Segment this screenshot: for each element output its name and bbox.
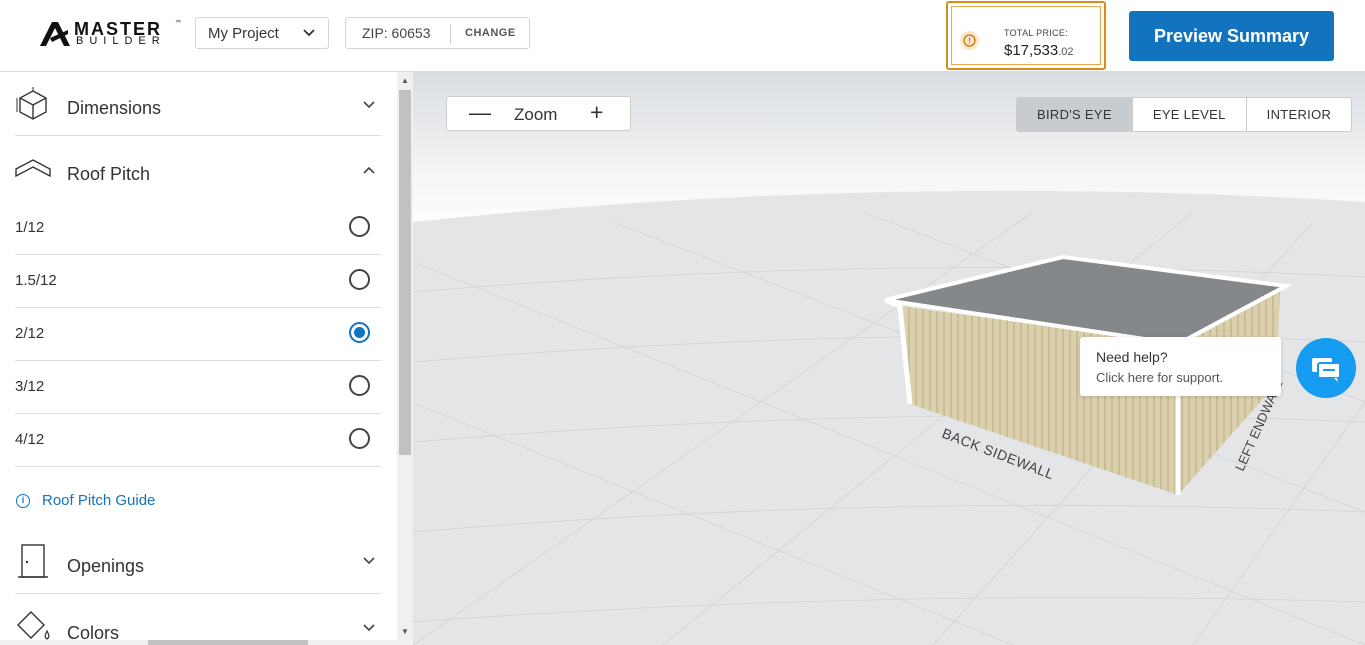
- zoom-in-button[interactable]: +: [590, 99, 603, 126]
- section-dimensions[interactable]: Dimensions: [15, 72, 381, 136]
- scroll-up-arrow-icon[interactable]: ▲: [401, 76, 409, 85]
- pitch-radio[interactable]: [349, 216, 370, 237]
- chevron-down-icon: [363, 624, 375, 632]
- pitch-option-label: 2/12: [15, 325, 45, 342]
- cube-dimensions-icon: [16, 87, 47, 120]
- total-price-label: TOTAL PRICE:: [1004, 28, 1068, 38]
- pitch-radio[interactable]: [349, 428, 370, 449]
- door-icon: [18, 544, 48, 578]
- logo-mark-icon: [40, 22, 70, 46]
- chevron-down-icon: [363, 557, 375, 565]
- pitch-option-row[interactable]: 4/12: [15, 414, 381, 467]
- help-subtitle: Click here for support.: [1096, 370, 1224, 385]
- price-dollars: $17,533: [1004, 42, 1059, 59]
- zip-code: ZIP: 60653: [362, 25, 431, 41]
- total-price-value: $17,533.02: [1004, 42, 1074, 59]
- section-openings[interactable]: Openings: [15, 529, 381, 594]
- zoom-control: — Zoom +: [446, 96, 631, 131]
- zoom-out-button[interactable]: —: [469, 100, 491, 126]
- help-tooltip[interactable]: Need help? Click here for support.: [1080, 337, 1281, 396]
- info-icon: i: [16, 493, 30, 508]
- total-price-panel[interactable]: TOTAL PRICE: $17,533.02: [946, 1, 1106, 70]
- scrollbar-thumb[interactable]: [399, 90, 411, 455]
- view-eye-level-button[interactable]: EYE LEVEL: [1131, 98, 1246, 131]
- section-roof-pitch[interactable]: Roof Pitch: [15, 137, 381, 201]
- chevron-down-icon: [303, 29, 315, 37]
- view-interior-button[interactable]: INTERIOR: [1245, 98, 1352, 131]
- pitch-option-label: 4/12: [15, 431, 45, 448]
- support-chat-button[interactable]: [1296, 338, 1356, 398]
- view-birds-eye-button[interactable]: BIRD'S EYE: [1017, 98, 1132, 131]
- roof-pitch-guide-label: Roof Pitch Guide: [42, 492, 156, 509]
- project-select[interactable]: My Project: [195, 17, 329, 49]
- change-zip-button[interactable]: CHANGE: [465, 27, 516, 39]
- section-title-dimensions: Dimensions: [67, 98, 162, 118]
- total-price-highlight: TOTAL PRICE: $17,533.02: [951, 6, 1101, 65]
- chat-bubbles-icon: [1312, 358, 1341, 382]
- roof-icon: [15, 159, 51, 178]
- sidebar-scrollbar[interactable]: ▲ ▼: [397, 72, 413, 640]
- roof-pitch-guide-link[interactable]: i Roof Pitch Guide: [16, 492, 155, 509]
- pitch-option-label: 1.5/12: [15, 272, 57, 289]
- pitch-option-row[interactable]: 1.5/12: [15, 255, 381, 308]
- section-colors[interactable]: Colors: [15, 595, 381, 645]
- section-title-openings: Openings: [67, 556, 145, 576]
- zip-box: ZIP: 60653 CHANGE: [345, 17, 530, 49]
- logo-text-builder: BUILDER: [76, 35, 166, 47]
- chevron-down-icon: [363, 101, 375, 109]
- horizontal-scrollbar-thumb[interactable]: [148, 640, 308, 645]
- zoom-label: Zoom: [514, 105, 558, 124]
- pitch-option-label: 3/12: [15, 378, 45, 395]
- options-sidebar: Dimensions Roof Pitch 1/12 1.5/12 2/12 3…: [0, 72, 413, 645]
- pitch-radio-selected[interactable]: [349, 322, 370, 343]
- info-warning-icon: [960, 31, 979, 50]
- master-builder-logo[interactable]: MASTER BUILDER ™: [38, 18, 183, 48]
- price-cents: .02: [1058, 46, 1074, 58]
- pitch-option-row[interactable]: 1/12: [15, 202, 381, 255]
- 3d-viewport[interactable]: BACK SIDEWALL LEFT ENDWALL — Zoom + BIRD…: [413, 72, 1365, 645]
- zip-divider: [450, 24, 451, 44]
- pitch-radio[interactable]: [349, 375, 370, 396]
- pitch-option-row[interactable]: 3/12: [15, 361, 381, 414]
- pitch-radio[interactable]: [349, 269, 370, 290]
- scroll-down-arrow-icon[interactable]: ▼: [401, 627, 409, 636]
- top-header: MASTER BUILDER ™ My Project ZIP: 60653 C…: [0, 0, 1365, 72]
- project-name: My Project: [208, 24, 279, 42]
- preview-summary-button[interactable]: Preview Summary: [1129, 11, 1334, 61]
- help-title: Need help?: [1096, 349, 1168, 365]
- horizontal-scrollbar[interactable]: [0, 640, 413, 645]
- camera-view-toggle: BIRD'S EYE EYE LEVEL INTERIOR: [1016, 97, 1353, 132]
- pitch-option-row[interactable]: 2/12: [15, 308, 381, 361]
- logo-trademark: ™: [175, 20, 181, 26]
- chevron-up-icon: [363, 166, 375, 174]
- section-title-roof-pitch: Roof Pitch: [67, 164, 151, 184]
- pitch-option-label: 1/12: [15, 219, 45, 236]
